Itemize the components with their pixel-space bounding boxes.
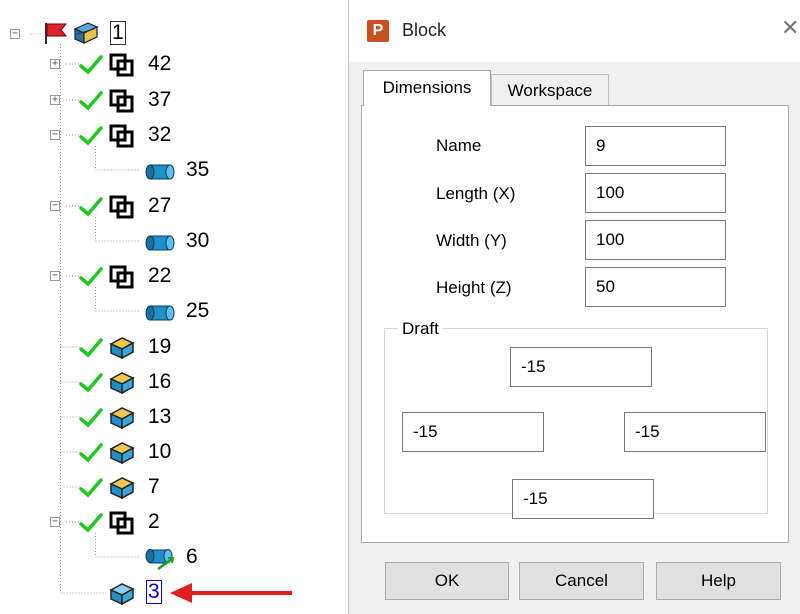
toolpath-icon [109,511,134,535]
name-field[interactable]: 9 [585,126,726,166]
length-field[interactable]: 100 [585,173,726,213]
check-icon [79,197,103,217]
check-icon [79,478,103,498]
check-icon [79,267,103,287]
width-label: Width (Y) [436,231,507,250]
app-logo-icon: P [367,20,389,42]
tree-node-label-selected[interactable]: 3 [146,580,162,604]
help-button[interactable]: Help [656,562,781,600]
check-icon [79,91,103,111]
tree-node-label[interactable]: 35 [186,158,209,182]
draft-top-field[interactable]: -15 [510,347,652,387]
check-icon [79,408,103,428]
collapse-toggle-root[interactable]: − [10,29,20,39]
cylinder-block-icon [145,164,175,180]
dialog-titlebar: P Block ✕ [349,0,800,62]
height-label: Height (Z) [436,278,512,297]
tab-workspace[interactable]: Workspace [491,74,609,106]
tree-node-label[interactable]: 13 [148,405,171,429]
collapse-toggle[interactable]: − [50,130,60,140]
toolpath-icon [109,53,134,77]
toolpath-icon [109,195,134,219]
flag-icon [45,23,68,44]
collapse-toggle[interactable]: − [50,517,60,527]
length-label: Length (X) [436,184,516,203]
box-block-icon [109,477,135,500]
tree-node-label[interactable]: 25 [186,299,209,323]
tree-node-label[interactable]: 7 [148,475,160,499]
draft-bottom-field[interactable]: -15 [512,479,654,519]
tree-node-label[interactable]: 22 [148,264,171,288]
box-block-icon [109,337,135,360]
draft-left-field[interactable]: -15 [402,412,544,452]
block-dialog: P Block ✕ Dimensions Workspace Name 9 Le… [348,0,800,614]
ok-button[interactable]: OK [385,562,509,600]
tree-node-label[interactable]: 30 [186,229,209,253]
collapse-toggle[interactable]: − [50,201,60,211]
check-icon [79,55,103,75]
toolpath-icon [109,89,134,113]
cylinder-block-icon [145,235,175,251]
draft-label: Draft [398,319,443,339]
stock-model-icon [73,22,99,44]
name-label: Name [436,136,482,155]
tree-node-label[interactable]: 16 [148,370,171,394]
check-icon [79,126,103,146]
close-icon[interactable]: ✕ [781,16,800,41]
toolpath-icon [109,124,134,148]
tree-node-label[interactable]: 19 [148,335,171,359]
check-icon [79,373,103,393]
cylinder-block-icon [145,305,175,321]
dialog-title: Block [402,20,447,40]
tree-node-label[interactable]: 27 [148,194,171,218]
box-block-icon [109,442,135,465]
width-field[interactable]: 100 [585,220,726,260]
draft-right-field[interactable]: -15 [624,412,766,452]
tree-node-label[interactable]: 10 [148,440,171,464]
cylinder-block-icon [145,549,175,571]
height-field[interactable]: 50 [585,267,726,307]
check-icon [79,338,103,358]
tree-node-label[interactable]: 37 [148,88,171,112]
explorer-tree: − 1 + 42 + 37 − 32 35 − 27 30 − 22 25 19 [0,0,345,614]
expand-toggle[interactable]: + [50,59,60,69]
box-block-icon [109,583,135,606]
tree-node-label[interactable]: 32 [148,123,171,147]
red-arrow-annotation [170,583,292,603]
box-block-icon [109,407,135,430]
tree-node-label[interactable]: 6 [186,545,198,569]
expand-toggle[interactable]: + [50,95,60,105]
check-icon [79,513,103,533]
tree-node-label[interactable]: 42 [148,52,171,76]
cancel-button[interactable]: Cancel [519,562,644,600]
dimensions-panel: Name 9 Length (X) 100 Width (Y) 100 Heig… [361,105,789,543]
tree-root-label[interactable]: 1 [110,21,126,45]
toolpath-icon [109,265,134,289]
tree-node-label[interactable]: 2 [148,510,160,534]
box-block-icon [109,372,135,395]
collapse-toggle[interactable]: − [50,271,60,281]
check-icon [79,443,103,463]
tab-dimensions[interactable]: Dimensions [363,70,491,106]
